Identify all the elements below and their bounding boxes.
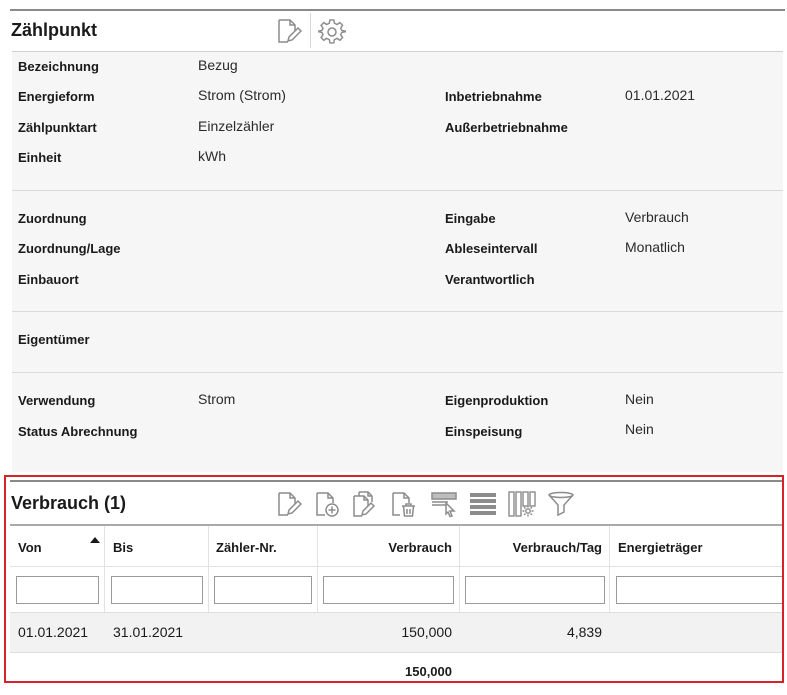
ableseintervall-label: Ableseintervall xyxy=(445,241,538,256)
eigentuemer-label: Eigentümer xyxy=(18,332,90,347)
rows-icon[interactable] xyxy=(467,489,499,519)
filter-input-verbrauch-tag[interactable] xyxy=(465,576,605,604)
einheit-value: kWh xyxy=(198,148,226,164)
column-header-verbrauch-tag[interactable]: Verbrauch/Tag xyxy=(464,540,602,555)
cell-bis: 31.01.2021 xyxy=(113,624,184,640)
einspeisung-label: Einspeisung xyxy=(445,424,523,439)
cell-verbrauch-tag: 4,839 xyxy=(566,624,602,640)
sort-ascending-icon xyxy=(90,537,100,543)
zuordnung-lage-label: Zuordnung/Lage xyxy=(18,241,121,256)
filter-input-von[interactable] xyxy=(16,576,99,604)
group-divider xyxy=(12,190,783,191)
group-divider xyxy=(12,372,783,373)
edit-document-icon[interactable] xyxy=(272,17,304,45)
zaehlpunktart-label: Zählpunktart xyxy=(18,120,97,135)
bezeichnung-label: Bezeichnung xyxy=(18,59,99,74)
einspeisung-value: Nein xyxy=(625,421,654,437)
edit-document-icon[interactable] xyxy=(273,489,303,519)
eingabe-value: Verbrauch xyxy=(625,209,689,225)
cell-von: 01.01.2021 xyxy=(18,624,89,640)
filter-input-energietraeger[interactable] xyxy=(616,576,782,604)
column-header-bis[interactable]: Bis xyxy=(113,540,133,555)
inbetriebnahme-label: Inbetriebnahme xyxy=(445,89,542,104)
eigenproduktion-label: Eigenproduktion xyxy=(445,393,549,408)
table-header-rule xyxy=(10,524,782,526)
filter-input-verbrauch[interactable] xyxy=(323,576,454,604)
total-verbrauch: 150,000 xyxy=(405,664,452,679)
zaehlpunkt-title: Zählpunkt xyxy=(11,20,97,40)
column-header-von[interactable]: Von xyxy=(18,540,42,555)
eingabe-label: Eingabe xyxy=(445,211,496,226)
zuordnung-label: Zuordnung xyxy=(18,211,87,226)
section-top-rule xyxy=(10,9,785,11)
verbrauch-title: Verbrauch (1) xyxy=(11,493,127,513)
verantwortlich-label: Verantwortlich xyxy=(445,272,535,287)
verwendung-label: Verwendung xyxy=(18,393,96,408)
status-abrechnung-label: Status Abrechnung xyxy=(18,424,138,439)
cell-verbrauch: 150,000 xyxy=(401,624,452,640)
inbetriebnahme-value: 01.01.2021 xyxy=(625,87,696,103)
column-header-zaehler-nr[interactable]: Zähler-Nr. xyxy=(216,540,277,555)
filter-input-zaehler-nr[interactable] xyxy=(214,576,312,604)
toolbar-separator xyxy=(310,13,311,48)
bezeichnung-value: Bezug xyxy=(198,57,238,73)
einbauort-label: Einbauort xyxy=(18,272,79,287)
details-panel xyxy=(12,52,783,472)
header-filter-divider xyxy=(10,566,782,567)
group-divider xyxy=(12,311,783,312)
column-settings-icon[interactable] xyxy=(506,489,538,519)
panel-top-rule xyxy=(12,51,783,52)
add-document-icon[interactable] xyxy=(311,489,341,519)
column-header-energietraeger[interactable]: Energieträger xyxy=(618,540,703,555)
gear-icon[interactable] xyxy=(317,17,347,47)
filter-input-bis[interactable] xyxy=(111,576,203,604)
delete-document-icon[interactable] xyxy=(387,489,417,519)
energieform-value: Strom (Strom) xyxy=(198,87,286,103)
verwendung-value: Strom xyxy=(198,391,236,407)
ableseintervall-value: Monatlich xyxy=(625,239,685,255)
eigenproduktion-value: Nein xyxy=(625,391,654,407)
zaehlpunktart-value: Einzelzähler xyxy=(198,118,275,134)
copy-document-icon[interactable] xyxy=(349,489,379,519)
select-columns-icon[interactable] xyxy=(428,489,460,519)
column-header-verbrauch[interactable]: Verbrauch xyxy=(322,540,452,555)
einheit-label: Einheit xyxy=(18,150,62,165)
ausserbetriebnahme-label: Außerbetriebnahme xyxy=(445,120,568,135)
verbrauch-top-rule xyxy=(10,480,782,482)
energieform-label: Energieform xyxy=(18,89,95,104)
filter-icon[interactable] xyxy=(545,489,577,519)
